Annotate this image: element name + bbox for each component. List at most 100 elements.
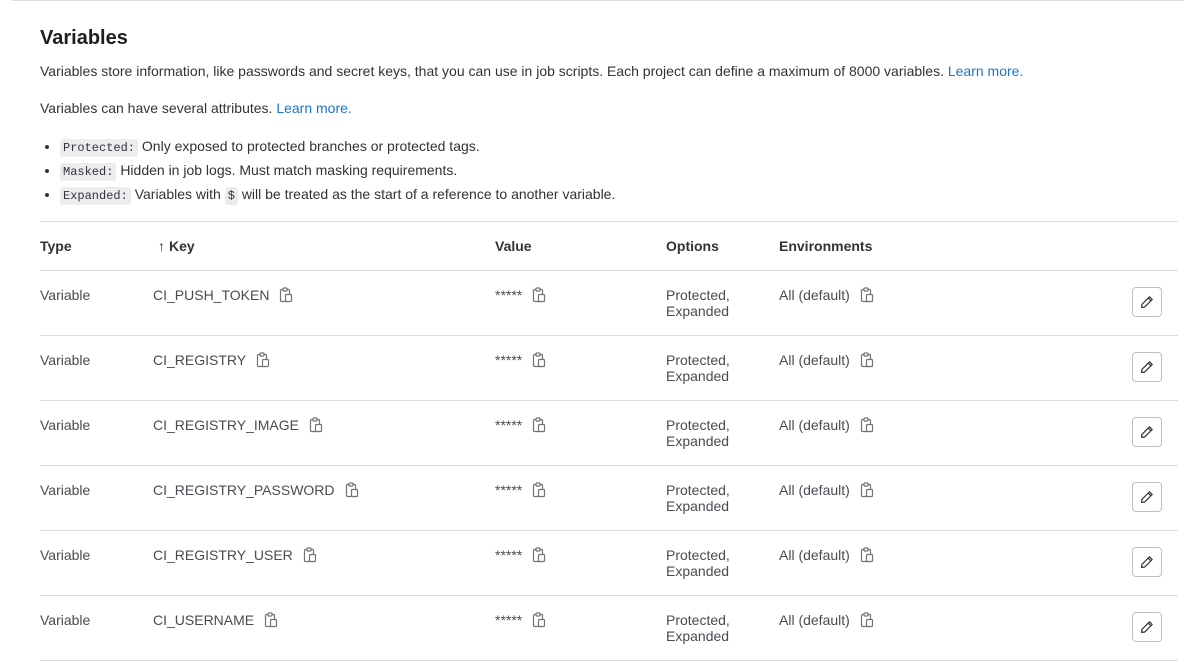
variable-environment: All (default) <box>779 612 850 628</box>
dollar-code: $ <box>224 187 238 205</box>
copy-environment-button[interactable] <box>860 612 874 628</box>
clipboard-icon <box>533 547 546 563</box>
variable-environment-cell: All (default) <box>779 287 874 303</box>
edit-variable-button[interactable] <box>1132 287 1162 317</box>
clipboard-icon <box>280 287 293 303</box>
copy-environment-button[interactable] <box>860 352 874 368</box>
table-row: Variable CI_PUSH_TOKEN ***** Protected, … <box>40 271 1178 336</box>
clipboard-icon <box>533 287 546 303</box>
variable-options: Protected, Expanded <box>666 547 756 579</box>
edit-variable-button[interactable] <box>1132 547 1162 577</box>
copy-value-button[interactable] <box>532 482 546 498</box>
variable-key-cell: CI_REGISTRY_PASSWORD <box>153 482 359 498</box>
copy-value-button[interactable] <box>532 352 546 368</box>
variable-options: Protected, Expanded <box>666 417 756 449</box>
header-key-sortable[interactable]: ↑ Key <box>158 238 195 254</box>
pencil-icon <box>1141 426 1153 438</box>
clipboard-icon <box>860 482 873 498</box>
copy-key-button[interactable] <box>256 352 270 368</box>
edit-variable-button[interactable] <box>1132 612 1162 642</box>
copy-value-button[interactable] <box>532 287 546 303</box>
copy-key-button[interactable] <box>345 482 359 498</box>
pencil-icon <box>1141 296 1153 308</box>
edit-variable-button[interactable] <box>1132 482 1162 512</box>
header-type: Type <box>40 238 72 254</box>
variable-value-cell: ***** <box>495 547 546 563</box>
pencil-icon <box>1141 556 1153 568</box>
variables-table: Type ↑ Key Value Options Environments Var… <box>40 221 1178 661</box>
attribute-expanded: Expanded: Variables with $ will be treat… <box>60 183 615 207</box>
variable-key-cell: CI_REGISTRY_USER <box>153 547 317 563</box>
clipboard-icon <box>860 287 873 303</box>
copy-key-button[interactable] <box>309 417 323 433</box>
option-protected: Protected, <box>666 417 730 433</box>
attribute-text: Variables with <box>134 186 221 202</box>
option-protected: Protected, <box>666 352 730 368</box>
variable-environment: All (default) <box>779 352 850 368</box>
variable-environment-cell: All (default) <box>779 482 874 498</box>
sort-ascending-icon: ↑ <box>158 238 165 254</box>
variable-key: CI_REGISTRY_PASSWORD <box>153 482 335 498</box>
variable-key-cell: CI_REGISTRY <box>153 352 270 368</box>
variable-environment: All (default) <box>779 547 850 563</box>
copy-environment-button[interactable] <box>860 417 874 433</box>
attribute-text: will be treated as the start of a refere… <box>241 186 616 202</box>
table-row: Variable CI_REGISTRY_USER ***** Protecte… <box>40 531 1178 596</box>
copy-environment-button[interactable] <box>860 287 874 303</box>
table-row: Variable CI_REGISTRY_IMAGE ***** Protect… <box>40 401 1178 466</box>
variable-value-masked: ***** <box>495 287 523 303</box>
copy-key-button[interactable] <box>264 612 278 628</box>
option-expanded: Expanded <box>666 563 730 579</box>
variable-options: Protected, Expanded <box>666 352 756 384</box>
copy-environment-button[interactable] <box>860 547 874 563</box>
variable-type: Variable <box>40 417 91 433</box>
clipboard-icon <box>257 352 270 368</box>
header-value: Value <box>495 238 532 254</box>
variable-type: Variable <box>40 287 91 303</box>
edit-variable-button[interactable] <box>1132 417 1162 447</box>
attribute-code: Expanded: <box>60 187 131 205</box>
pencil-icon <box>1141 491 1153 503</box>
clipboard-icon <box>860 417 873 433</box>
variable-value-cell: ***** <box>495 287 546 303</box>
variable-value-cell: ***** <box>495 482 546 498</box>
option-expanded: Expanded <box>666 433 730 449</box>
copy-value-button[interactable] <box>532 547 546 563</box>
variable-key-cell: CI_REGISTRY_IMAGE <box>153 417 323 433</box>
copy-key-button[interactable] <box>279 287 293 303</box>
copy-environment-button[interactable] <box>860 482 874 498</box>
variable-key-cell: CI_PUSH_TOKEN <box>153 287 293 303</box>
variable-environment-cell: All (default) <box>779 612 874 628</box>
edit-variable-button[interactable] <box>1132 352 1162 382</box>
attributes-list: Protected: Only exposed to protected bra… <box>40 135 615 207</box>
variable-type: Variable <box>40 547 91 563</box>
clipboard-icon <box>860 612 873 628</box>
variable-value-cell: ***** <box>495 352 546 368</box>
variable-environment: All (default) <box>779 482 850 498</box>
option-expanded: Expanded <box>666 628 730 644</box>
variable-key: CI_REGISTRY_IMAGE <box>153 417 300 433</box>
option-protected: Protected, <box>666 482 730 498</box>
clipboard-icon <box>860 547 873 563</box>
attributes-intro: Variables can have several attributes. L… <box>40 99 352 117</box>
table-row: Variable CI_USERNAME ***** Protected, Ex… <box>40 596 1178 661</box>
clipboard-icon <box>533 417 546 433</box>
copy-value-button[interactable] <box>532 612 546 628</box>
variable-environment: All (default) <box>779 287 850 303</box>
attribute-text: Only exposed to protected branches or pr… <box>141 138 480 154</box>
clipboard-icon <box>309 417 323 433</box>
learn-more-link[interactable]: Learn more. <box>948 63 1023 79</box>
attributes-learn-more-link[interactable]: Learn more. <box>276 100 351 116</box>
variable-environment-cell: All (default) <box>779 417 874 433</box>
pencil-icon <box>1141 361 1153 373</box>
variable-key: CI_REGISTRY_USER <box>153 547 293 563</box>
copy-key-button[interactable] <box>303 547 317 563</box>
variable-options: Protected, Expanded <box>666 287 756 319</box>
copy-value-button[interactable] <box>532 417 546 433</box>
variable-value-masked: ***** <box>495 612 523 628</box>
variable-environment: All (default) <box>779 417 850 433</box>
variable-type: Variable <box>40 482 91 498</box>
variable-key: CI_REGISTRY <box>153 352 247 368</box>
variable-value-masked: ***** <box>495 547 523 563</box>
description-text: Variables store information, like passwo… <box>40 63 944 79</box>
